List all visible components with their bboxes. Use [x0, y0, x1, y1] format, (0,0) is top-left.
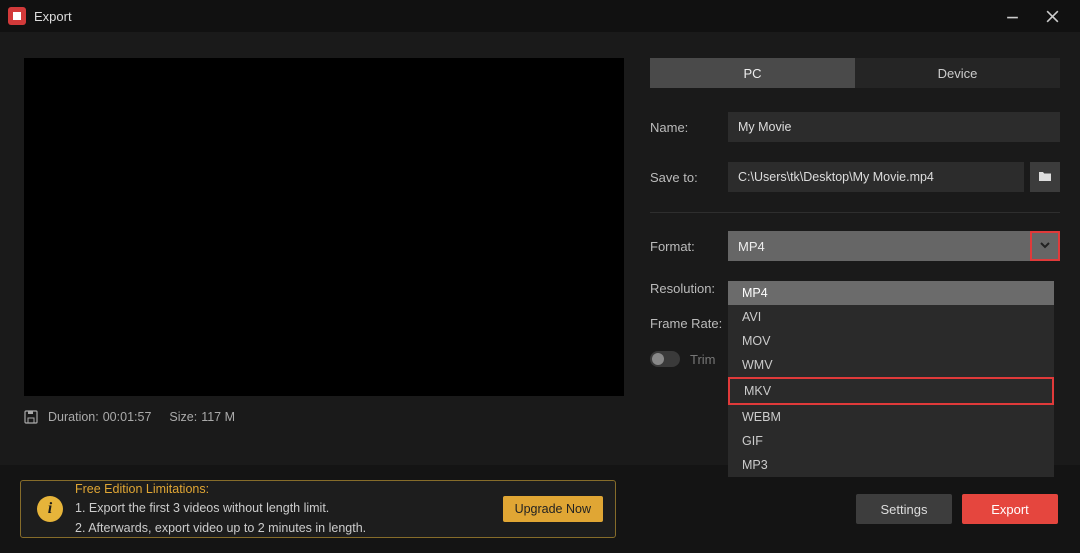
format-option-mp4[interactable]: MP4	[728, 281, 1054, 305]
format-row: Format: MP4	[650, 231, 1060, 261]
app-icon	[8, 7, 26, 25]
resolution-label: Resolution:	[650, 281, 728, 296]
duration-value: 00:01:57	[103, 410, 152, 424]
format-label: Format:	[650, 239, 728, 254]
video-preview	[24, 58, 624, 396]
trim-toggle[interactable]	[650, 351, 680, 367]
info-icon: i	[37, 496, 63, 522]
notice-box: i Free Edition Limitations: 1. Export th…	[20, 480, 616, 538]
trim-label: Trim	[690, 352, 716, 367]
divider	[650, 212, 1060, 213]
name-row: Name:	[650, 112, 1060, 142]
disk-icon	[24, 410, 38, 424]
format-option-wmv[interactable]: WMV	[728, 353, 1054, 377]
window-title: Export	[34, 9, 72, 24]
format-option-mkv[interactable]: MKV	[728, 377, 1054, 405]
format-dropdown-toggle[interactable]	[1030, 231, 1060, 261]
duration-label: Duration:	[48, 410, 99, 424]
upgrade-button[interactable]: Upgrade Now	[503, 496, 603, 522]
format-option-mov[interactable]: MOV	[728, 329, 1054, 353]
saveto-input[interactable]	[728, 162, 1024, 192]
name-input[interactable]	[728, 112, 1060, 142]
size-value: 117 M	[201, 410, 235, 424]
tabs: PC Device	[650, 58, 1060, 88]
saveto-row: Save to:	[650, 162, 1060, 192]
tab-pc[interactable]: PC	[650, 58, 855, 88]
notice-title: Free Edition Limitations:	[75, 480, 503, 499]
close-button[interactable]	[1032, 2, 1072, 30]
notice-line1: 1. Export the first 3 videos without len…	[75, 501, 329, 515]
name-label: Name:	[650, 120, 728, 135]
format-dropdown: MP4AVIMOVWMVMKVWEBMGIFMP3	[728, 281, 1054, 477]
format-option-webm[interactable]: WEBM	[728, 405, 1054, 429]
settings-button[interactable]: Settings	[856, 494, 952, 524]
notice-line2: 2. Afterwards, export video up to 2 minu…	[75, 521, 366, 535]
tab-device[interactable]: Device	[855, 58, 1060, 88]
minimize-button[interactable]	[992, 2, 1032, 30]
format-option-mp3[interactable]: MP3	[728, 453, 1054, 477]
size-label: Size:	[169, 410, 197, 424]
folder-icon	[1038, 170, 1052, 185]
browse-button[interactable]	[1030, 162, 1060, 192]
format-select[interactable]: MP4	[728, 231, 1060, 261]
saveto-label: Save to:	[650, 170, 728, 185]
format-selected-value: MP4	[738, 239, 765, 254]
format-option-gif[interactable]: GIF	[728, 429, 1054, 453]
chevron-down-icon	[1039, 239, 1051, 254]
titlebar: Export	[0, 0, 1080, 32]
framerate-label: Frame Rate:	[650, 316, 728, 331]
format-option-avi[interactable]: AVI	[728, 305, 1054, 329]
meta-row: Duration: 00:01:57 Size: 117 M	[24, 410, 624, 424]
export-button[interactable]: Export	[962, 494, 1058, 524]
